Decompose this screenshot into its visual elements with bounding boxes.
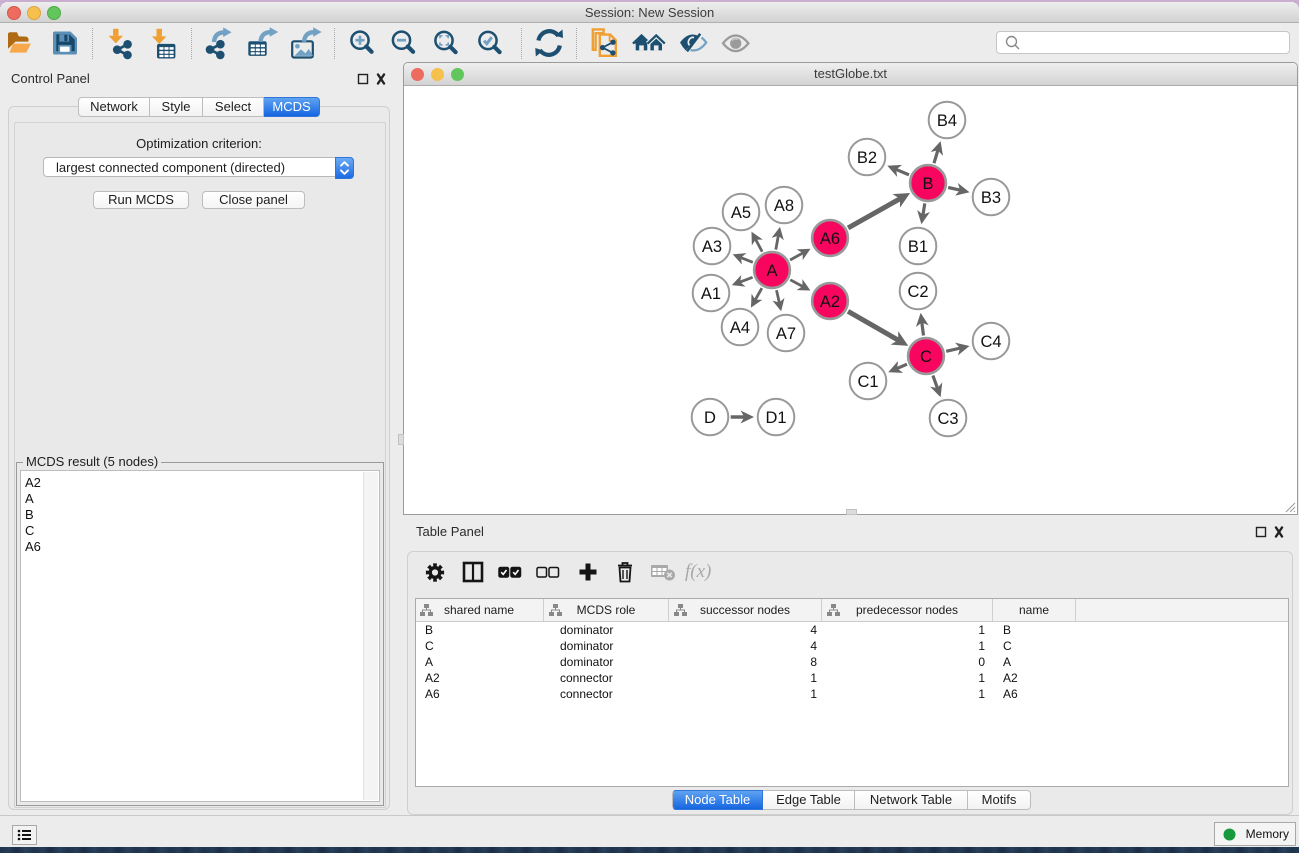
svg-text:A3: A3 — [702, 238, 722, 256]
svg-text:A6: A6 — [820, 230, 840, 248]
svg-text:B4: B4 — [937, 112, 957, 130]
svg-text:D1: D1 — [765, 409, 786, 427]
svg-text:B3: B3 — [981, 189, 1001, 207]
svg-text:B: B — [922, 175, 933, 193]
svg-text:D: D — [704, 409, 716, 427]
svg-text:A2: A2 — [820, 293, 840, 311]
svg-text:C4: C4 — [980, 333, 1001, 351]
svg-text:C3: C3 — [937, 410, 958, 428]
svg-text:A1: A1 — [701, 285, 721, 303]
svg-text:A7: A7 — [776, 325, 796, 343]
svg-text:C1: C1 — [857, 373, 878, 391]
svg-text:B2: B2 — [857, 149, 877, 167]
svg-text:A8: A8 — [774, 197, 794, 215]
svg-text:C: C — [920, 348, 932, 366]
svg-text:A: A — [766, 262, 777, 280]
svg-text:A4: A4 — [730, 319, 750, 337]
svg-text:A5: A5 — [731, 204, 751, 222]
svg-text:C2: C2 — [907, 283, 928, 301]
svg-text:B1: B1 — [908, 238, 928, 256]
